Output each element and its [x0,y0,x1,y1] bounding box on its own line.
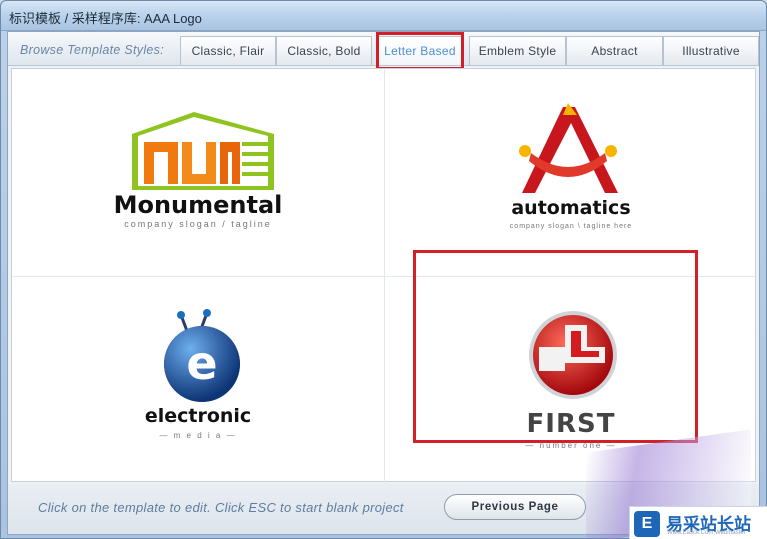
active-tab-highlight [376,32,464,70]
watermark-logo-icon: E [634,511,660,537]
template-card-monumental[interactable]: Monumental company slogan / tagline [12,69,384,276]
footer-hint: Click on the template to edit. Click ESC… [38,500,404,515]
style-tab-strip: Browse Template Styles: Classic, Flair C… [8,32,759,70]
template-tagline: — m e d i a — [159,431,237,440]
site-watermark: E 易采站长站 Www.Easck.Com Webmaster [629,506,767,539]
tab-emblem-style[interactable]: Emblem Style [469,36,566,65]
template-name: FIRST [526,409,616,439]
app-window: 标识模板 / 采样程序库: AAA Logo Browse Template S… [0,0,767,539]
first-logo-icon [529,311,617,399]
window-title: 标识模板 / 采样程序库: AAA Logo [9,11,202,26]
browse-styles-label: Browse Template Styles: [20,43,164,57]
template-card-automatics[interactable]: automatics company slogan \ tagline here [385,69,757,276]
previous-page-button[interactable]: Previous Page [444,494,586,520]
automatics-logo-icon [519,103,618,193]
title-bar: 标识模板 / 采样程序库: AAA Logo [1,1,766,31]
template-card-electronic[interactable]: e electronic — m e d i a — [12,277,384,484]
template-tagline: company slogan / tagline [124,219,272,229]
svg-text:e: e [186,336,217,390]
template-name: Monumental [113,191,283,219]
template-tagline: company slogan \ tagline here [509,223,633,230]
monumental-logo-icon [132,112,274,190]
tab-classic-flair[interactable]: Classic, Flair [180,36,276,65]
tab-classic-bold[interactable]: Classic, Bold [276,36,372,65]
template-grid: Monumental company slogan / tagline auto… [11,68,757,484]
electronic-logo-icon: e [164,309,240,402]
watermark-subtext: Www.Easck.Com Webmaster [667,530,746,536]
template-name: automatics [511,197,631,219]
tab-abstract[interactable]: Abstract [566,36,663,65]
template-name: electronic [144,405,252,427]
tab-illustrative[interactable]: Illustrative [663,36,759,65]
